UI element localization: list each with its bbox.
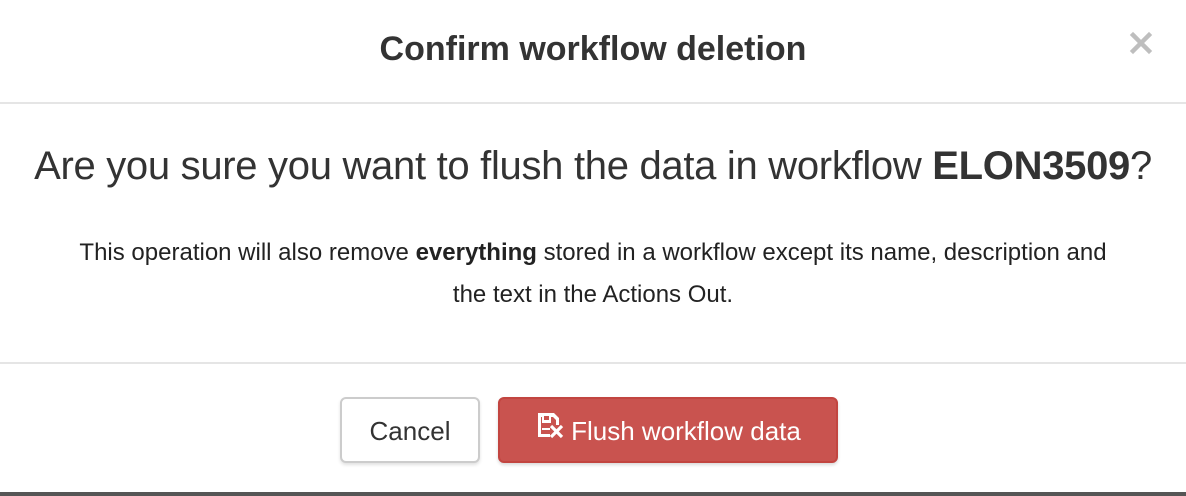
warning-note: This operation will also remove everythi… (60, 232, 1126, 316)
save-remove-icon (535, 398, 565, 462)
workflow-name: ELON3509 (932, 144, 1130, 188)
page-edge (0, 492, 1186, 496)
question-prefix: Are you sure you want to flush the data … (34, 144, 933, 188)
question-suffix: ? (1129, 144, 1152, 188)
close-button[interactable] (1126, 28, 1156, 58)
note-suffix: stored in a workflow except its name, de… (452, 239, 1107, 308)
confirm-dialog: Confirm workflow deletion Are you sure y… (0, 0, 1186, 496)
note-prefix: This operation will also remove (79, 239, 416, 266)
close-icon (1129, 31, 1153, 55)
dialog-footer: Cancel Flush workflow data (0, 364, 1186, 492)
flush-button-label: Flush workflow data (571, 416, 801, 446)
dialog-body: Are you sure you want to flush the data … (0, 104, 1186, 364)
flush-workflow-data-button[interactable]: Flush workflow data (498, 397, 838, 463)
note-emphasis: everything (415, 239, 537, 266)
dialog-title: Confirm workflow deletion (379, 30, 807, 68)
confirmation-question: Are you sure you want to flush the data … (0, 140, 1186, 192)
dialog-header: Confirm workflow deletion (0, 0, 1186, 104)
cancel-button[interactable]: Cancel (340, 397, 480, 463)
